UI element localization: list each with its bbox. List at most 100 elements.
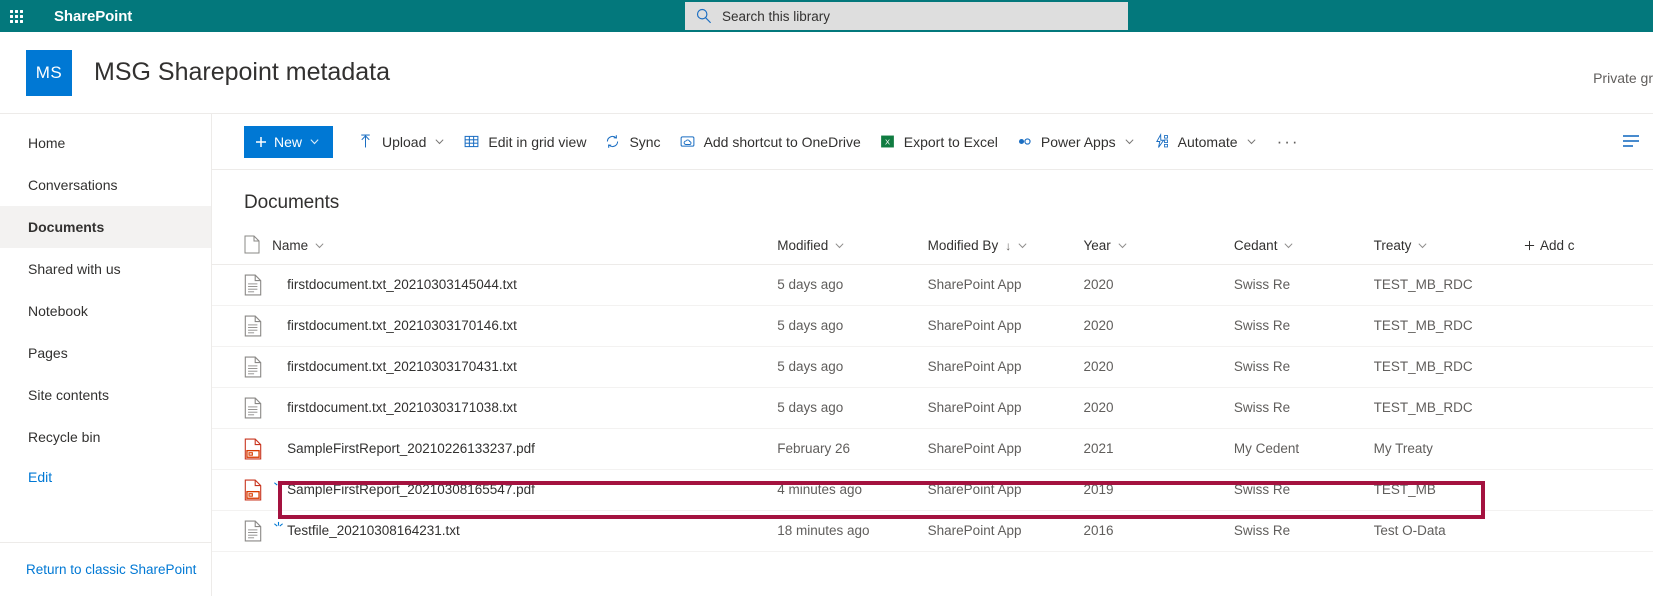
row-file-icon-cell: [212, 305, 273, 347]
row-modified-by-cell: SharePoint App: [927, 387, 1084, 429]
app-root: SharePoint MS MSG Sharepoint metadata Pr…: [0, 0, 1653, 596]
row-file-icon-cell: [212, 346, 273, 388]
row-modified-cell: 18 minutes ago: [777, 510, 928, 552]
row-modified-cell: 5 days ago: [777, 387, 928, 429]
chevron-down-icon: [1418, 243, 1427, 249]
row-spacer-cell: [1524, 510, 1653, 552]
file-name-link[interactable]: firstdocument.txt_20210303170146.txt: [272, 318, 517, 333]
column-header-add-column[interactable]: Add c: [1524, 228, 1653, 265]
row-name-cell[interactable]: firstdocument.txt_20210303170431.txt: [272, 346, 778, 388]
sidebar-item-conversations[interactable]: Conversations: [0, 164, 211, 206]
row-cedant-cell: Swiss Re: [1233, 387, 1374, 429]
row-treaty-cell: TEST_MB_RDC: [1373, 305, 1525, 347]
sidebar-footer: Return to classic SharePoint: [0, 542, 211, 596]
more-commands-button[interactable]: ···: [1277, 133, 1300, 150]
column-header-treaty-label: Treaty: [1373, 238, 1412, 254]
row-spacer-cell: [1524, 387, 1653, 429]
sidebar-item-home[interactable]: Home: [0, 122, 211, 164]
automate-button[interactable]: Automate: [1153, 133, 1257, 150]
sidebar-item-site-contents[interactable]: Site contents: [0, 374, 211, 416]
table-row-highlighted[interactable]: SampleFirstReport_20210308165547.pdf 4 m…: [212, 469, 1653, 511]
row-treaty-cell: My Treaty: [1373, 428, 1525, 470]
table-row[interactable]: Testfile_20210308164231.txt 18 minutes a…: [212, 510, 1653, 552]
sidebar-item-label: Home: [28, 135, 66, 151]
file-name-link[interactable]: firstdocument.txt_20210303171038.txt: [272, 400, 517, 415]
search-box[interactable]: [685, 2, 1128, 30]
sharepoint-brand[interactable]: SharePoint: [54, 8, 132, 25]
chevron-down-icon: [835, 243, 844, 249]
row-modified-cell: 5 days ago: [777, 346, 928, 388]
chevron-down-icon: [1018, 243, 1027, 249]
new-button[interactable]: New: [244, 125, 334, 158]
upload-button[interactable]: Upload: [357, 133, 445, 150]
column-header-name[interactable]: Name: [272, 228, 778, 265]
row-name-cell[interactable]: Testfile_20210308164231.txt: [272, 510, 778, 552]
table-row[interactable]: firstdocument.txt_20210303170431.txt 5 d…: [212, 346, 1653, 388]
column-header-modified-by[interactable]: Modified By ↓: [927, 228, 1084, 265]
sidebar-item-label: Documents: [28, 219, 105, 235]
return-to-classic-link[interactable]: Return to classic SharePoint: [26, 562, 196, 577]
row-name-cell[interactable]: firstdocument.txt_20210303171038.txt: [272, 387, 778, 429]
app-launcher-icon[interactable]: [0, 0, 32, 32]
file-name-link[interactable]: SampleFirstReport_20210226133237.pdf: [272, 441, 535, 456]
sidebar-item-shared-with-us[interactable]: Shared with us: [0, 248, 211, 290]
column-header-treaty[interactable]: Treaty: [1373, 228, 1525, 265]
row-treaty-cell: TEST_MB_RDC: [1373, 387, 1525, 429]
export-to-excel-button[interactable]: X Export to Excel: [879, 133, 998, 150]
row-modified-cell: February 26: [777, 428, 928, 470]
row-treaty-cell: TEST_MB_RDC: [1373, 264, 1525, 306]
sidebar-item-recycle-bin[interactable]: Recycle bin: [0, 416, 211, 458]
row-modified-by-cell: SharePoint App: [927, 428, 1084, 470]
column-header-cedant-label: Cedant: [1233, 238, 1278, 254]
file-name-link[interactable]: Testfile_20210308164231.txt: [287, 523, 460, 538]
row-cedant-cell: Swiss Re: [1233, 305, 1374, 347]
automate-label: Automate: [1177, 133, 1238, 150]
view-options-icon[interactable]: [1621, 132, 1641, 150]
row-name-cell[interactable]: firstdocument.txt_20210303170146.txt: [272, 305, 778, 347]
table-row[interactable]: firstdocument.txt_20210303171038.txt 5 d…: [212, 387, 1653, 429]
file-name-link[interactable]: firstdocument.txt_20210303170431.txt: [272, 359, 517, 374]
row-year-cell: 2021: [1083, 428, 1234, 470]
search-input[interactable]: [722, 8, 1118, 24]
power-apps-button[interactable]: Power Apps: [1016, 133, 1135, 150]
sidebar-items: Home Conversations Documents Shared with…: [0, 114, 211, 496]
add-shortcut-to-onedrive-button[interactable]: Add shortcut to OneDrive: [679, 133, 861, 150]
row-modified-cell: 5 days ago: [777, 305, 928, 347]
power-apps-label: Power Apps: [1040, 133, 1116, 150]
table-row[interactable]: firstdocument.txt_20210303145044.txt 5 d…: [212, 264, 1653, 306]
chevron-down-icon: [1284, 243, 1293, 249]
page-title: MSG Sharepoint metadata: [94, 58, 390, 86]
sidebar-item-documents[interactable]: Documents: [0, 206, 211, 248]
row-file-icon-cell: [212, 510, 273, 552]
site-logo: MS: [26, 49, 72, 96]
column-header-year[interactable]: Year: [1083, 228, 1234, 265]
sort-descending-icon: ↓: [1005, 238, 1012, 253]
row-name-cell[interactable]: firstdocument.txt_20210303145044.txt: [272, 264, 778, 306]
new-item-sparkle-icon: [274, 521, 284, 526]
row-modified-by-cell: SharePoint App: [927, 469, 1084, 511]
chevron-down-icon: [1125, 139, 1134, 145]
sidebar-item-label: Pages: [28, 345, 68, 361]
file-name-link[interactable]: firstdocument.txt_20210303145044.txt: [272, 277, 517, 292]
row-name-cell[interactable]: SampleFirstReport_20210226133237.pdf: [272, 428, 778, 470]
row-modified-by-cell: SharePoint App: [927, 346, 1084, 388]
column-header-modified[interactable]: Modified: [777, 228, 928, 265]
sidebar-item-notebook[interactable]: Notebook: [0, 290, 211, 332]
chevron-down-icon: [315, 243, 324, 249]
table-row[interactable]: SampleFirstReport_20210226133237.pdf Feb…: [212, 428, 1653, 470]
file-name-link[interactable]: SampleFirstReport_20210308165547.pdf: [287, 482, 535, 497]
edit-in-grid-view-button[interactable]: Edit in grid view: [463, 133, 586, 150]
row-cedant-cell: My Cedent: [1233, 428, 1374, 470]
column-header-cedant[interactable]: Cedant: [1233, 228, 1374, 265]
sidebar-item-label: Notebook: [28, 303, 88, 319]
sidebar-item-edit[interactable]: Edit: [0, 458, 211, 496]
sidebar-item-pages[interactable]: Pages: [0, 332, 211, 374]
sidebar: Home Conversations Documents Shared with…: [0, 114, 212, 596]
row-spacer-cell: [1524, 469, 1653, 511]
row-name-cell[interactable]: SampleFirstReport_20210308165547.pdf: [272, 469, 778, 511]
table-row[interactable]: firstdocument.txt_20210303170146.txt 5 d…: [212, 305, 1653, 347]
sync-icon: [607, 135, 619, 148]
txt-file-icon: [244, 315, 262, 336]
sync-button[interactable]: Sync: [604, 133, 661, 150]
site-privacy-label: Private gr: [1593, 70, 1653, 86]
